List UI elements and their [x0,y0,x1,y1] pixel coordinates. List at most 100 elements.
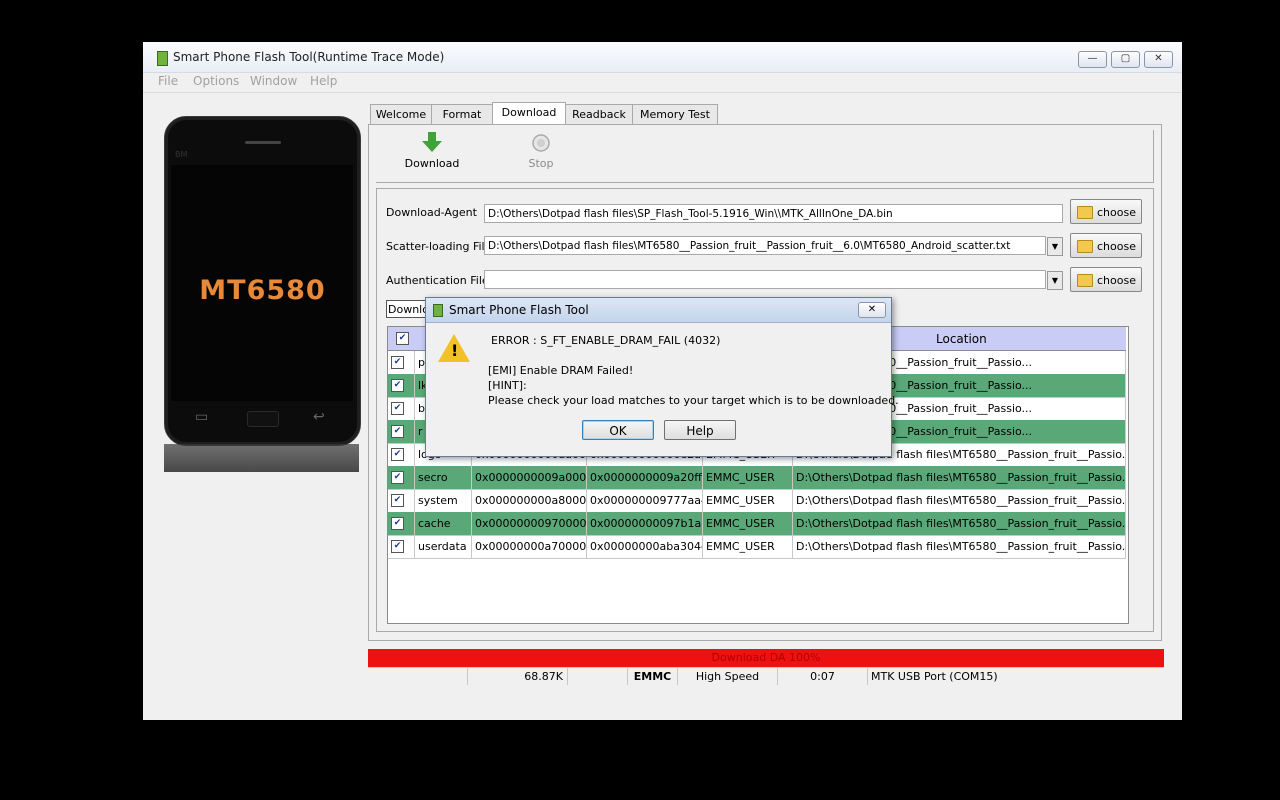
error-detail-line1: [EMI] Enable DRAM Failed! [488,364,634,377]
row-checkbox[interactable]: ✔ [391,356,404,369]
cell-location: D:\Others\Dotpad flash files\MT6580__Pas… [793,489,1126,512]
download-button[interactable]: Download [404,130,460,170]
table-row[interactable]: ✔ secro0x0000000009a000000x0000000009a20f… [388,466,1126,490]
choose-label: choose [1097,240,1136,253]
download-label: Download [404,157,460,170]
folder-icon [1077,240,1093,253]
auth-dropdown-button[interactable]: ▼ [1047,271,1063,290]
download-agent-field[interactable]: D:\Others\Dotpad flash files\SP_Flash_To… [484,204,1063,223]
phone-model-label: MT6580 [199,275,326,306]
row-checkbox-cell: ✔ [388,351,415,374]
tab-memory-test[interactable]: Memory Test [632,104,718,125]
warning-exclamation: ! [451,341,459,360]
tab-download[interactable]: Download [492,102,566,125]
progress-bar: Download DA 100% [368,649,1164,667]
download-agent-label: Download-Agent [386,206,477,219]
cell-begin: 0x00000000a7000000 [472,535,587,558]
dialog-close-button[interactable]: ✕ [858,302,886,318]
menu-file[interactable]: File [158,74,178,88]
table-row[interactable]: ✔ userdata0x00000000a70000000x00000000aba… [388,535,1126,559]
choose-label: choose [1097,206,1136,219]
cell-location: D:\Others\Dotpad flash files\MT6580__Pas… [793,466,1126,489]
folder-icon [1077,274,1093,287]
cell-begin: 0x0000000009a00000 [472,466,587,489]
status-storage: EMMC [628,668,678,685]
row-checkbox[interactable]: ✔ [391,471,404,484]
download-arrow-icon [422,132,442,152]
row-checkbox[interactable]: ✔ [391,517,404,530]
select-all-checkbox[interactable]: ✔ [396,332,409,345]
dialog-title-bar[interactable]: Smart Phone Flash Tool ✕ [426,298,891,323]
status-bar: 68.87K EMMC High Speed 0:07 MTK USB Port… [368,667,1164,685]
stop-button[interactable]: Stop [521,130,561,170]
error-code-text: ERROR : S_FT_ENABLE_DRAM_FAIL (4032) [491,334,721,347]
status-port: MTK USB Port (COM15) [871,670,998,683]
cell-name: system [415,489,472,512]
choose-label: choose [1097,274,1136,287]
help-button[interactable]: Help [664,420,736,440]
status-time: 0:07 [778,668,868,685]
scatter-file-field[interactable]: D:\Others\Dotpad flash files\MT6580__Pas… [484,236,1046,255]
row-checkbox-cell: ✔ [388,535,415,558]
tab-welcome[interactable]: Welcome [370,104,432,125]
row-checkbox[interactable]: ✔ [391,425,404,438]
toolbar: Download Stop [376,130,1154,183]
back-key-icon: ↩ [313,409,325,425]
status-empty [368,668,468,685]
cell-end: 0x00000000aba304d7 [587,535,703,558]
download-agent-choose-button[interactable]: choose [1070,199,1142,224]
cell-end: 0x00000000097b1a0cf [587,512,703,535]
scatter-choose-button[interactable]: choose [1070,233,1142,258]
error-detail-line3: Please check your load matches to your t… [488,394,899,407]
row-checkbox[interactable]: ✔ [391,402,404,415]
menu-window[interactable]: Window [250,74,297,88]
title-bar[interactable]: Smart Phone Flash Tool(Runtime Trace Mod… [143,42,1182,73]
scatter-dropdown-button[interactable]: ▼ [1047,237,1063,256]
minimize-button[interactable]: — [1078,51,1107,68]
ok-button[interactable]: OK [582,420,654,440]
cell-end: 0x000000009777aa4b [587,489,703,512]
tab-format[interactable]: Format [431,104,493,125]
cell-location: D:\Others\Dotpad flash files\MT6580__Pas… [793,535,1126,558]
cell-name: userdata [415,535,472,558]
menu-bar: File Options Window Help [143,72,1182,92]
auth-file-field[interactable] [484,270,1046,289]
cell-region: EMMC_USER [703,535,793,558]
cell-end: 0x0000000009a20fff [587,466,703,489]
error-dialog: Smart Phone Flash Tool ✕ ! ERROR : S_FT_… [425,297,899,457]
menu-help[interactable]: Help [310,74,337,88]
cell-region: EMMC_USER [703,466,793,489]
close-button[interactable]: ✕ [1144,51,1173,68]
menu-divider [143,92,1182,93]
cell-name: secro [415,466,472,489]
status-speed: High Speed [678,668,778,685]
cell-begin: 0x0000000097000000 [472,512,587,535]
menu-options[interactable]: Options [193,74,239,88]
row-checkbox-cell: ✔ [388,420,415,443]
row-checkbox[interactable]: ✔ [391,379,404,392]
cell-region: EMMC_USER [703,512,793,535]
home-key [247,411,279,427]
stop-label: Stop [528,157,554,170]
auth-file-label: Authentication File [386,274,489,287]
row-checkbox-cell: ✔ [388,489,415,512]
cell-begin: 0x000000000a800000 [472,489,587,512]
phone-reflection [164,444,359,472]
row-checkbox[interactable]: ✔ [391,540,404,553]
row-checkbox[interactable]: ✔ [391,448,404,461]
cell-name: cache [415,512,472,535]
tab-readback[interactable]: Readback [565,104,633,125]
table-row[interactable]: ✔ system0x000000000a8000000x000000009777a… [388,489,1126,513]
row-checkbox-cell: ✔ [388,466,415,489]
location-column-header: Location [936,332,987,346]
window-title: Smart Phone Flash Tool(Runtime Trace Mod… [173,50,445,64]
error-detail-line2: [HINT]: [488,379,527,392]
row-checkbox[interactable]: ✔ [391,494,404,507]
download-mode-select[interactable]: Download Only [386,300,426,318]
stop-icon [532,134,550,152]
table-row[interactable]: ✔ cache0x00000000970000000x00000000097b1a… [388,512,1126,536]
phone-image: BM MT6580 ▭ ↩ [164,116,361,446]
row-checkbox-cell: ✔ [388,512,415,535]
maximize-button[interactable]: ▢ [1111,51,1140,68]
auth-choose-button[interactable]: choose [1070,267,1142,292]
